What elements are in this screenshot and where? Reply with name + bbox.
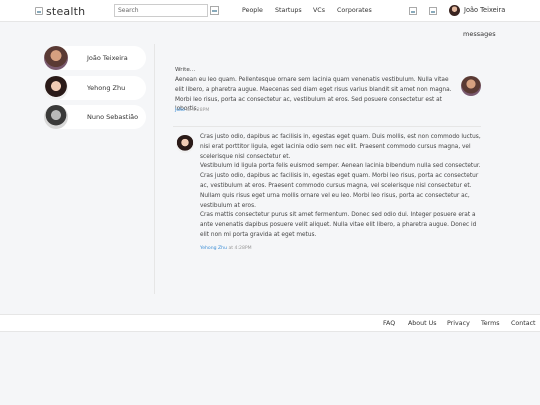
user-name[interactable]: João Teixeira bbox=[464, 6, 505, 14]
message-meta: João at 4:28PM bbox=[175, 108, 209, 113]
avatar bbox=[44, 76, 68, 100]
avatar bbox=[44, 105, 68, 129]
author-link[interactable]: Yehong Zhu bbox=[200, 246, 227, 251]
footer: FAQ About Us Privacy Terms Contact bbox=[0, 314, 540, 332]
message-time: at 4:28PM bbox=[186, 108, 210, 113]
message-paragraph: Cras mattis consectetur purus sit amet f… bbox=[200, 212, 477, 238]
contact-item-nuno[interactable]: Nuno Sebastião bbox=[44, 105, 146, 129]
search-input[interactable] bbox=[114, 4, 208, 17]
message-divider bbox=[173, 126, 481, 127]
nav-startups[interactable]: Startups bbox=[275, 7, 302, 14]
composer-placeholder: Write... bbox=[175, 67, 196, 73]
footer-link-privacy[interactable]: Privacy bbox=[447, 320, 470, 327]
avatar bbox=[176, 135, 194, 153]
message-time: at 4:28PM bbox=[228, 246, 252, 251]
nav-corporates[interactable]: Corporates bbox=[337, 7, 372, 14]
author-link[interactable]: João bbox=[175, 108, 185, 113]
page-title: messages bbox=[463, 30, 496, 38]
message-paragraph: Cras justo odio, dapibus ac facilisis in… bbox=[200, 134, 481, 160]
composer-text[interactable]: Aenean eu leo quam. Pellentesque ornare … bbox=[175, 76, 459, 115]
top-navbar: stealth People Startups VCs Corporates J… bbox=[0, 0, 540, 22]
broken-image-icon bbox=[35, 7, 43, 15]
contact-item-joao[interactable]: João Teixeira bbox=[44, 46, 146, 70]
messages-icon[interactable] bbox=[429, 7, 437, 15]
sidebar-divider bbox=[154, 44, 155, 294]
contact-name: João Teixeira bbox=[87, 54, 128, 62]
message-paragraph: Vestibulum id ligula porta felis euismod… bbox=[200, 163, 481, 209]
footer-link-faq[interactable]: FAQ bbox=[383, 320, 395, 327]
contact-name: Yehong Zhu bbox=[87, 84, 126, 92]
logo-text: stealth bbox=[46, 4, 86, 18]
footer-link-about[interactable]: About Us bbox=[408, 320, 437, 327]
message-composer[interactable]: Write... Aenean eu leo quam. Pellentesqu… bbox=[173, 67, 481, 117]
contact-name: Nuno Sebastião bbox=[87, 113, 139, 121]
nav-people[interactable]: People bbox=[242, 7, 263, 14]
footer-link-terms[interactable]: Terms bbox=[481, 320, 500, 327]
contact-item-yehong[interactable]: Yehong Zhu bbox=[44, 76, 146, 100]
footer-link-contact[interactable]: Contact bbox=[511, 320, 536, 327]
logo[interactable]: stealth bbox=[35, 4, 85, 18]
user-avatar[interactable] bbox=[449, 5, 460, 16]
search-icon[interactable] bbox=[210, 6, 219, 15]
avatar bbox=[44, 46, 68, 70]
nav-vcs[interactable]: VCs bbox=[313, 7, 325, 14]
message-body: Cras justo odio, dapibus ac facilisis in… bbox=[200, 133, 482, 241]
avatar bbox=[461, 76, 481, 96]
notifications-icon[interactable] bbox=[409, 7, 417, 15]
message-meta: Yehong Zhu at 4:28PM bbox=[200, 246, 252, 251]
